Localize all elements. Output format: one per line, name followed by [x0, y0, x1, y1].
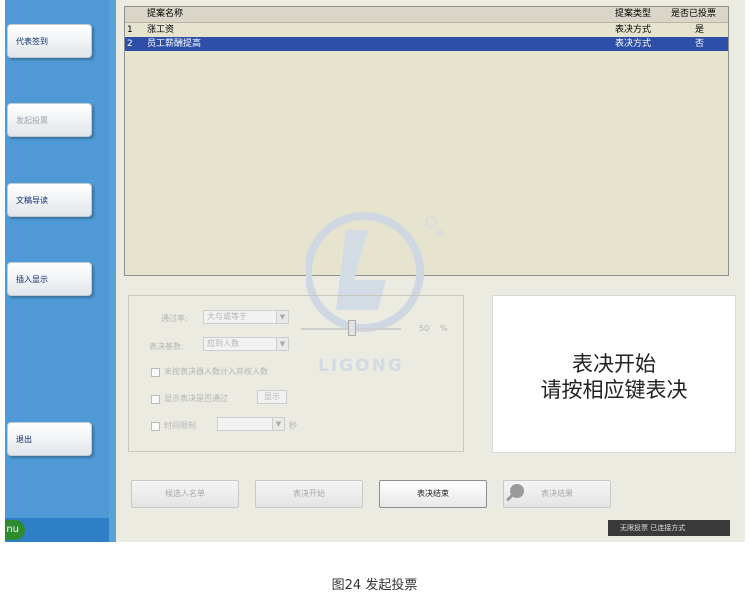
status-bar: 无限投票 已连接方式 [608, 520, 730, 536]
sidebar-item-start-vote[interactable]: 发起投票 [7, 103, 92, 137]
vote-end-button[interactable]: 表决结束 [379, 480, 487, 508]
row-type: 表决方式 [615, 39, 652, 49]
vote-status-display: 表决开始 请按相应键表决 [492, 295, 736, 453]
row-name: 涨工资 [147, 25, 175, 35]
chevron-down-icon: ▼ [276, 311, 288, 323]
pass-rate-value: 大与或等于 [207, 312, 247, 321]
show-pass-option-label: 显示表决是否通过 [164, 394, 228, 403]
magnifier-handle [506, 493, 514, 502]
row-voted: 否 [695, 39, 705, 49]
column-header-type[interactable]: 提案类型 [615, 7, 651, 21]
vote-base-select[interactable]: 应到人数 ▼ [203, 337, 289, 351]
vote-result-label: 表决结果 [541, 489, 573, 498]
sidebar-item-document-guide[interactable]: 文稿导读 [7, 183, 92, 217]
registered-mark: ® [434, 226, 446, 240]
chevron-down-icon: ▼ [276, 338, 288, 350]
pass-rate-select[interactable]: 大与或等于 ▼ [203, 310, 289, 324]
chevron-down-icon: ▼ [272, 418, 284, 430]
table-header: 提案名称 提案类型 是否已投票 [125, 7, 728, 23]
column-header-voted[interactable]: 是否已投票 [671, 7, 716, 21]
show-pass-checkbox[interactable] [151, 395, 160, 404]
pass-rate-label: 通过率: [161, 314, 188, 323]
abstain-option-label: 未按表决器人数计入弃权人数 [164, 367, 268, 376]
app-window: 代表签到 发起投票 文稿导读 插入显示 退出 nu 提案名称 提案类型 是否已投… [5, 0, 745, 542]
show-button[interactable]: 显示 [257, 390, 287, 404]
time-limit-select[interactable]: ▼ [217, 417, 285, 431]
column-header-name[interactable]: 提案名称 [147, 7, 183, 21]
table-row[interactable]: 1 涨工资 表决方式 是 [125, 23, 728, 37]
table-row[interactable]: 2 员工薪酬提高 表决方式 否 [125, 37, 728, 51]
time-unit: 秒 [289, 421, 297, 430]
figure-caption: 图24 发起投票 [331, 578, 418, 593]
abstain-checkbox[interactable] [151, 368, 160, 377]
row-voted: 是 [695, 25, 705, 35]
threshold-slider-handle[interactable] [348, 320, 356, 336]
threshold-value: 50 [419, 324, 430, 333]
row-name: 员工薪酬提高 [147, 39, 202, 49]
row-index: 2 [127, 39, 133, 49]
vote-start-button[interactable]: 表决开始 [255, 480, 363, 508]
row-index: 1 [127, 25, 133, 35]
sidebar-item-insert-display[interactable]: 插入显示 [7, 262, 92, 296]
vote-result-button[interactable]: 表决结果 [503, 480, 611, 508]
vote-base-label: 表决基数: [149, 342, 184, 351]
time-limit-checkbox[interactable] [151, 422, 160, 431]
time-limit-label: 时间限制 [164, 421, 196, 430]
threshold-unit: % [440, 324, 448, 333]
vote-settings-panel: 通过率: 大与或等于 ▼ 50 % 表决基数: 应到人数 ▼ 未按表决器人数计入… [128, 295, 464, 452]
sidebar-item-exit[interactable]: 退出 [7, 422, 92, 456]
status-line-2: 请按相应键表决 [540, 378, 688, 402]
sidebar: 代表签到 发起投票 文稿导读 插入显示 退出 [5, 0, 109, 520]
start-button[interactable]: nu [5, 520, 25, 540]
main-panel: 提案名称 提案类型 是否已投票 1 涨工资 表决方式 是 2 员工薪酬提高 表决… [116, 0, 745, 542]
vote-base-value: 应到人数 [207, 339, 239, 348]
row-type: 表决方式 [615, 25, 652, 35]
candidate-list-button[interactable]: 候选人名单 [131, 480, 239, 508]
sidebar-item-sign-in[interactable]: 代表签到 [7, 24, 92, 58]
